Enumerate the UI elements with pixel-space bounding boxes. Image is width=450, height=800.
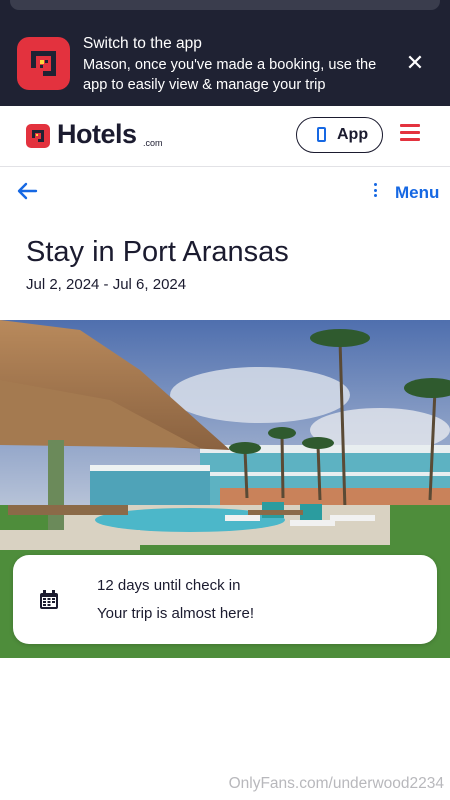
- app-banner[interactable]: Switch to the app Mason, once you've mad…: [0, 20, 450, 106]
- page-title: Stay in Port Aransas: [26, 236, 289, 268]
- checkin-countdown-card[interactable]: 12 days until check in Your trip is almo…: [13, 555, 437, 644]
- phone-icon: [317, 127, 326, 142]
- calendar-icon: [39, 590, 59, 610]
- open-app-button[interactable]: App: [296, 117, 383, 153]
- back-arrow-icon[interactable]: [16, 180, 38, 202]
- hotels-app-icon[interactable]: [17, 37, 70, 90]
- site-header: Hotels .com App: [0, 106, 450, 167]
- close-icon[interactable]: ✕: [402, 50, 428, 76]
- hotels-logo-icon[interactable]: [26, 124, 50, 148]
- countdown-subtitle: Your trip is almost here!: [97, 605, 255, 622]
- countdown-title: 12 days until check in: [97, 577, 241, 594]
- brand-logo-text[interactable]: Hotels: [57, 119, 137, 150]
- banner-title: Switch to the app: [83, 35, 202, 52]
- browser-toolbar: [0, 0, 450, 20]
- more-options-icon[interactable]: [371, 183, 379, 201]
- brand-logo-suffix: .com: [143, 138, 163, 148]
- app-button-label: App: [337, 126, 369, 143]
- banner-message: Mason, once you've made a booking, use t…: [83, 57, 377, 93]
- hamburger-icon[interactable]: [400, 124, 422, 142]
- menu-link[interactable]: Menu: [395, 183, 439, 203]
- browser-url-bar[interactable]: [10, 0, 440, 10]
- watermark: OnlyFans.com/underwood2234: [228, 775, 444, 792]
- trip-dates: Jul 2, 2024 - Jul 6, 2024: [26, 276, 187, 293]
